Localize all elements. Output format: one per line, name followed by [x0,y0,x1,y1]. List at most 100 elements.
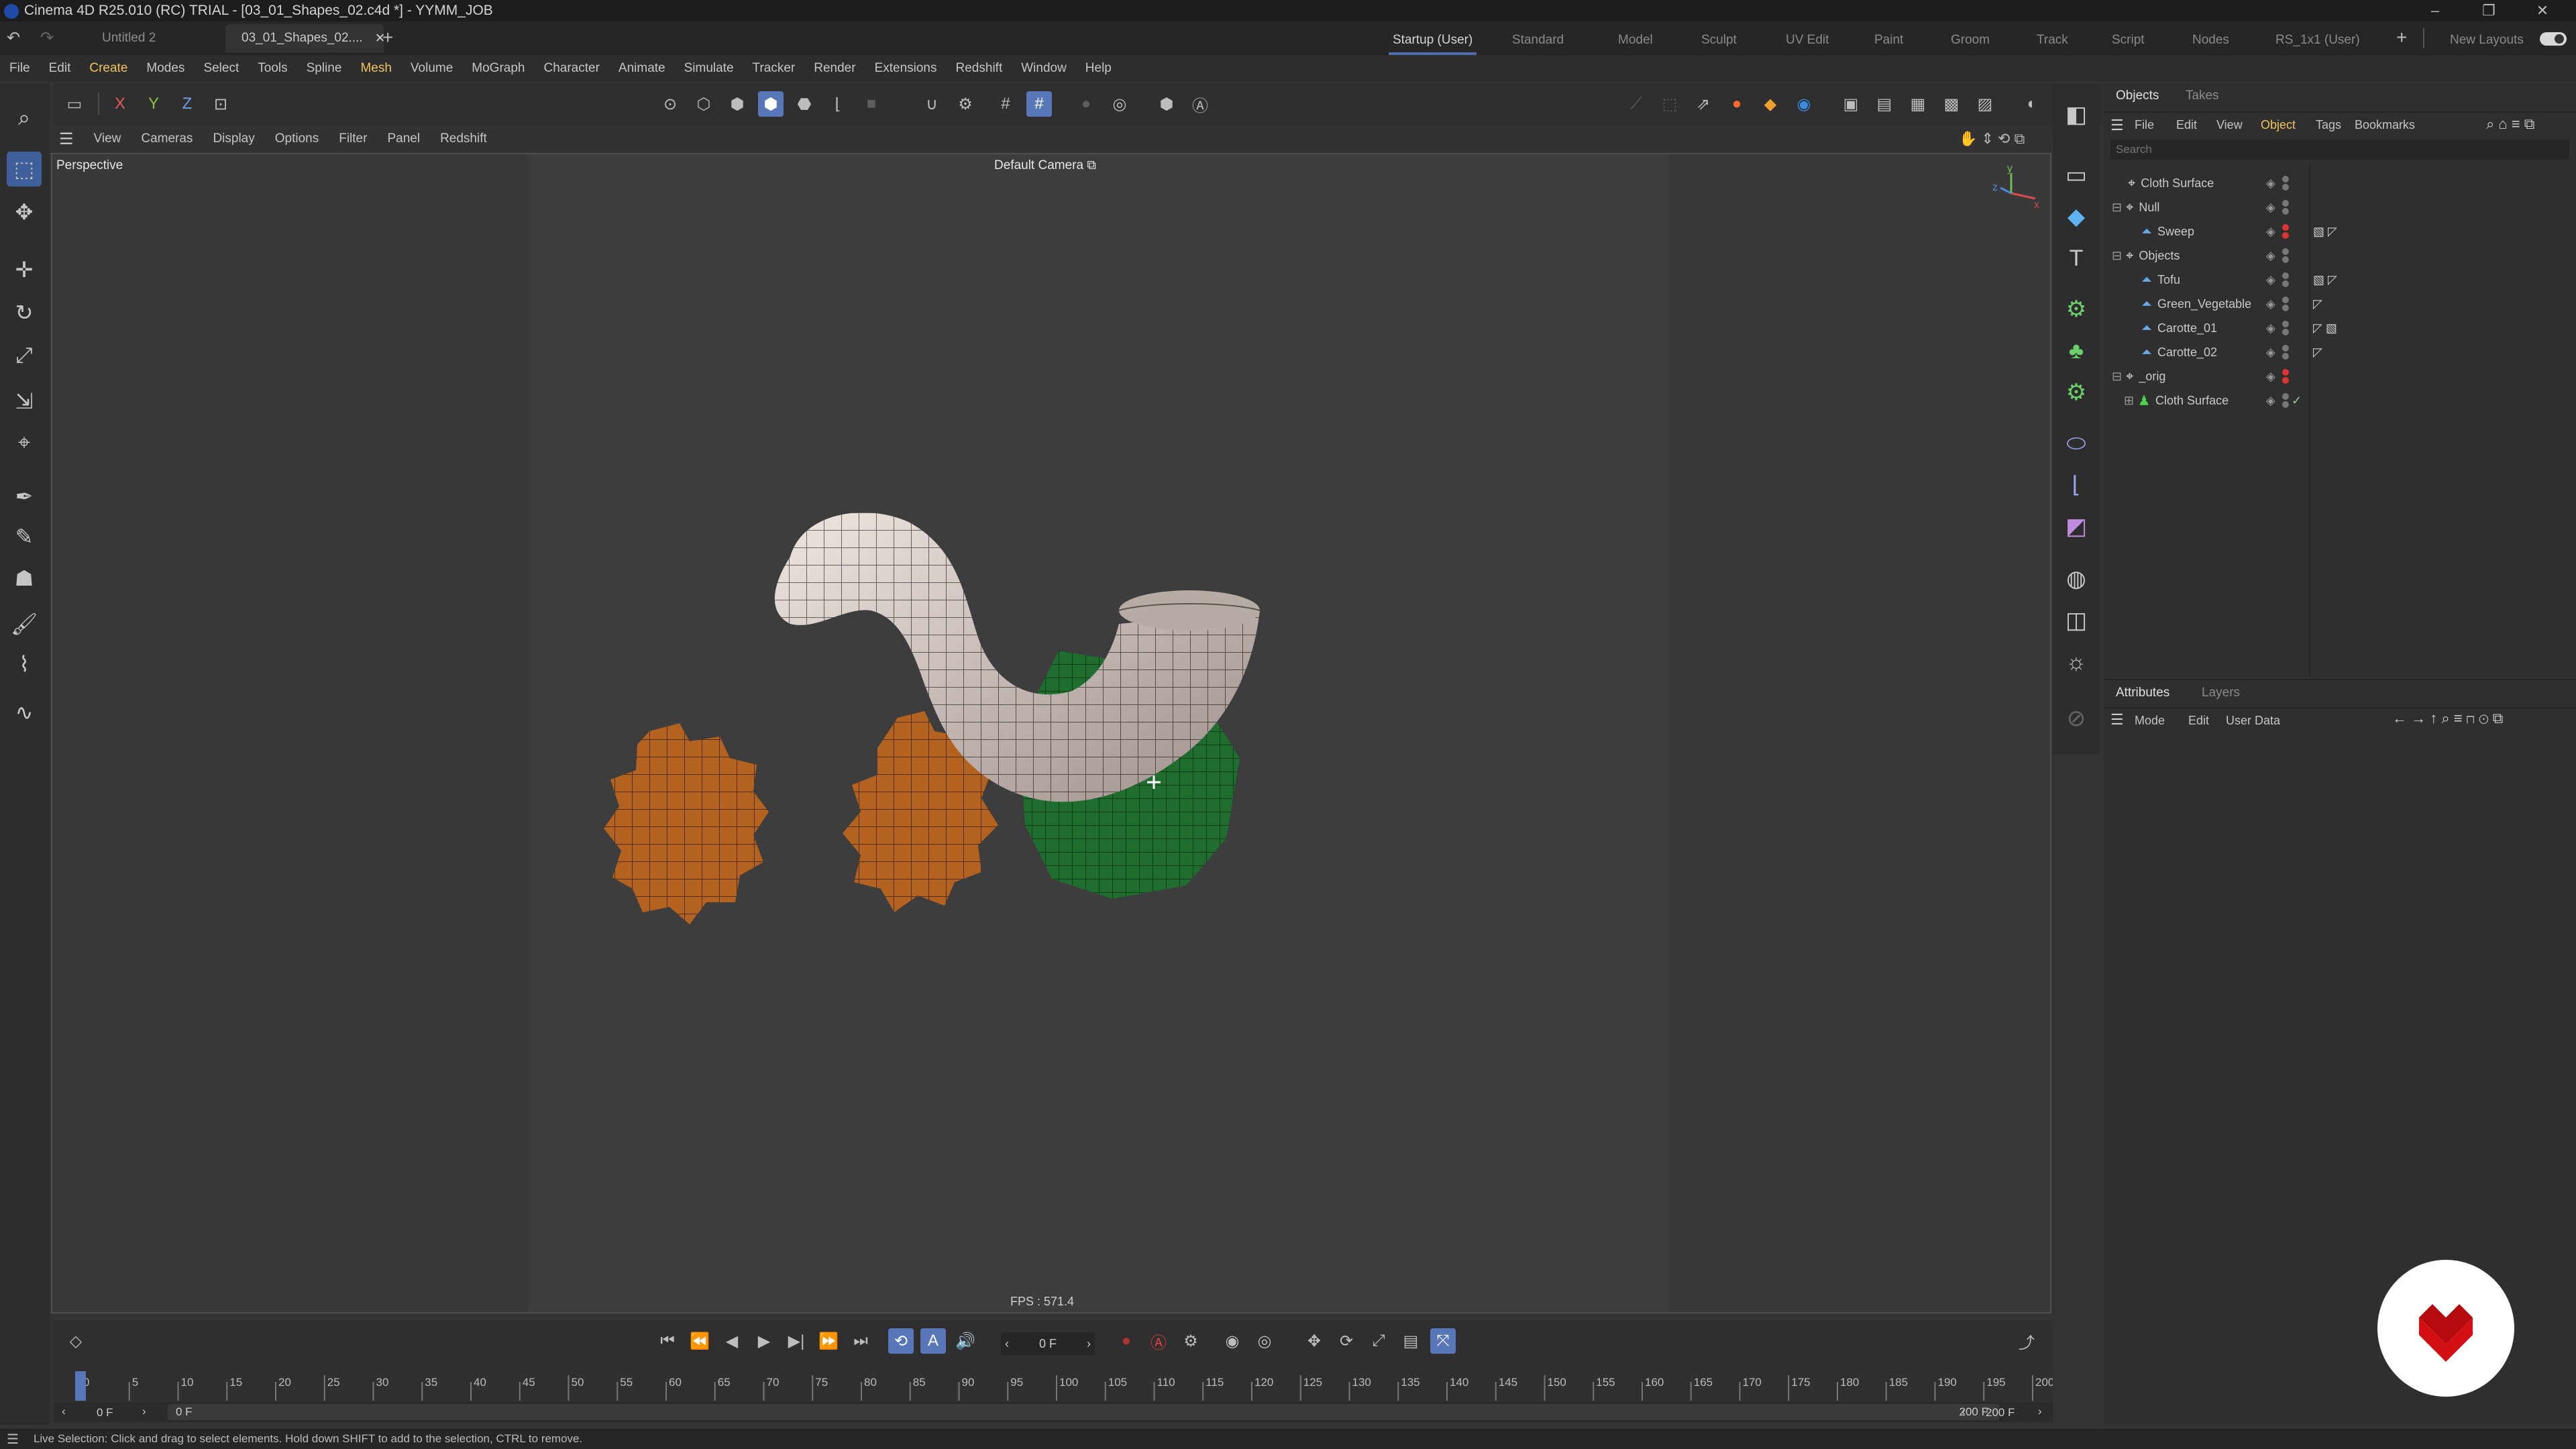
tree-row[interactable]: ⏶ Carotte_02 ◈ ◸ [2104,341,2576,364]
menu-spline[interactable]: Spline [307,61,342,76]
autokey-icon[interactable]: Ⓐ [1146,1328,1171,1354]
tree-row[interactable]: ⏶ Carotte_01 ◈ ◸ ▧ [2104,317,2576,339]
gear-snap-icon[interactable]: ⚙ [953,91,978,117]
cloner-icon[interactable]: ♣ [2058,333,2094,369]
param-key-icon[interactable]: ▤ [1398,1328,1424,1354]
menu-mograph[interactable]: MoGraph [472,61,525,76]
keyframe-icon[interactable]: ◇ [63,1328,89,1354]
tab-objects[interactable]: Objects [2116,89,2159,103]
viewport-menu-panel[interactable]: Panel [387,131,420,146]
attr-menu-edit[interactable]: Edit [2188,714,2209,728]
obj-toolbar-icons[interactable]: ⌕ ⌂ ≡ ⧉ [2486,115,2535,133]
tree-row[interactable]: ⊟ ⌖ Null ◈ [2104,196,2576,219]
object-mode-icon[interactable]: ▭ [62,91,87,117]
layout-script[interactable]: Script [2112,27,2145,54]
layout-startup[interactable]: Startup (User) [1388,27,1477,55]
obj-menu-file[interactable]: File [2135,118,2154,132]
menu-tools[interactable]: Tools [258,61,287,76]
menu-file[interactable]: File [9,61,30,76]
menu-simulate[interactable]: Simulate [684,61,734,76]
light-icon[interactable]: ◐ [2019,91,2045,117]
scene-canvas[interactable] [562,356,1434,959]
viewport-menu-view[interactable]: View [94,131,121,146]
render-queue-icon[interactable]: ▨ [1972,91,1998,117]
restore-icon[interactable]: ❐ [2462,0,2516,21]
next-key-icon[interactable]: ⏩ [816,1328,841,1354]
menu-mesh[interactable]: Mesh [360,61,391,76]
layer-icon[interactable]: ◈ [2266,297,2275,311]
range-next-arrow-icon[interactable]: › [142,1405,146,1418]
grid-icon[interactable]: # [993,91,1018,117]
viewport-menu-display[interactable]: Display [213,131,254,146]
loop-icon[interactable]: ⟲ [888,1328,914,1354]
layout-groom[interactable]: Groom [1951,27,1990,54]
attr-toolbar-icons[interactable]: ← → ↑ ⌕ ≡ ⊓ ⊙ ⧉ [2392,710,2503,727]
workplane-icon[interactable]: ● [1073,91,1099,117]
end-frame-field[interactable]: 200 F [1986,1406,2015,1419]
viewport-menu-options[interactable]: Options [275,131,319,146]
polygons-mode-icon[interactable]: ⬢ [724,91,750,117]
enabled-check-icon[interactable]: ✓ [2292,394,2302,408]
viewport-menu-redshift[interactable]: Redshift [440,131,487,146]
menu-animate[interactable]: Animate [619,61,665,76]
field-icon[interactable]: ⬭ [2058,425,2094,462]
rotate-icon[interactable]: ↻ [7,295,42,330]
generator-icon[interactable]: ⚙ [2058,291,2094,327]
layer-icon[interactable]: ◈ [2266,201,2275,215]
transform-icon[interactable]: ⇲ [7,384,42,419]
axis-icon[interactable]: ⌖ [7,425,42,460]
menu-extensions[interactable]: Extensions [875,61,937,76]
tab-layers[interactable]: Layers [2202,686,2240,700]
layer-icon[interactable]: ◈ [2266,176,2275,191]
clapper-icon[interactable]: ▦ [1905,91,1931,117]
layer-icon[interactable]: ◈ [2266,321,2275,335]
viewport-menu-filter[interactable]: Filter [339,131,367,146]
brush-icon[interactable]: 🖌 [7,606,42,641]
snap-grid-icon[interactable]: # [1026,91,1052,117]
sculpt-icon[interactable]: ☗ [7,561,42,596]
range-prev-arrow-icon[interactable]: ‹ [62,1405,66,1418]
tweak-icon[interactable]: ✥ [7,195,42,229]
z-axis-toggle[interactable]: Z [174,91,200,117]
scale-icon[interactable]: ⤢ [7,338,42,373]
qr-icon[interactable]: ◉ [1791,91,1817,117]
spline-icon[interactable]: ▭ [2058,157,2094,193]
light-bulb-icon[interactable]: ☼ [2058,644,2094,680]
minimize-icon[interactable]: – [2408,0,2462,21]
spline-pen-icon[interactable]: ✒ [7,479,42,514]
layer-icon[interactable]: ◈ [2266,225,2275,239]
go-to-end-icon[interactable]: ⏭ [848,1328,873,1354]
go-to-start-icon[interactable]: ⏮ [655,1328,680,1354]
texture-mode-icon[interactable]: ■ [859,91,884,117]
camera-icon[interactable]: ◫ [2058,602,2094,639]
layout-model[interactable]: Model [1618,27,1653,54]
phong-tag-icon[interactable]: ◸ [2313,345,2322,360]
menu-select[interactable]: Select [203,61,239,76]
environment-icon[interactable]: ◍ [2058,561,2094,597]
material-icon[interactable]: ◆ [1758,91,1783,117]
prev-key-icon[interactable]: ⏪ [687,1328,712,1354]
render-picture-viewer-icon[interactable]: ▤ [1872,91,1897,117]
attr-menu-user-data[interactable]: User Data [2226,714,2280,728]
auto-mode-icon[interactable]: A [920,1328,946,1354]
render-region-icon[interactable]: ⟋ [1623,91,1649,117]
knife-icon[interactable]: ⌇ [7,647,42,682]
menu-edit[interactable]: Edit [49,61,71,76]
obj-menu-view[interactable]: View [2216,118,2243,132]
perspective-icon[interactable]: ⬢ [1154,91,1179,117]
layout-nodes[interactable]: Nodes [2192,27,2229,54]
keyframe-selection-icon[interactable]: ◉ [1220,1328,1245,1354]
redshift-icon[interactable]: ● [1724,91,1750,117]
layout-paint[interactable]: Paint [1874,27,1903,54]
uv-mode-icon[interactable]: ⬣ [792,91,817,117]
object-manager-icon[interactable]: ◧ [2058,97,2094,133]
new-layouts-button[interactable]: New Layouts [2450,27,2524,54]
menu-tracker[interactable]: Tracker [753,61,796,76]
start-frame-field[interactable]: 0 F [97,1406,113,1419]
layout-track[interactable]: Track [2037,27,2068,54]
expand-icon[interactable]: ⊟ [2112,249,2122,263]
render-settings-icon[interactable]: ▣ [1838,91,1864,117]
prev-frame-icon[interactable]: ◀ [719,1328,745,1354]
viewport-menu-cameras[interactable]: Cameras [141,131,193,146]
live-selection-icon[interactable]: ⬚ [7,152,42,186]
